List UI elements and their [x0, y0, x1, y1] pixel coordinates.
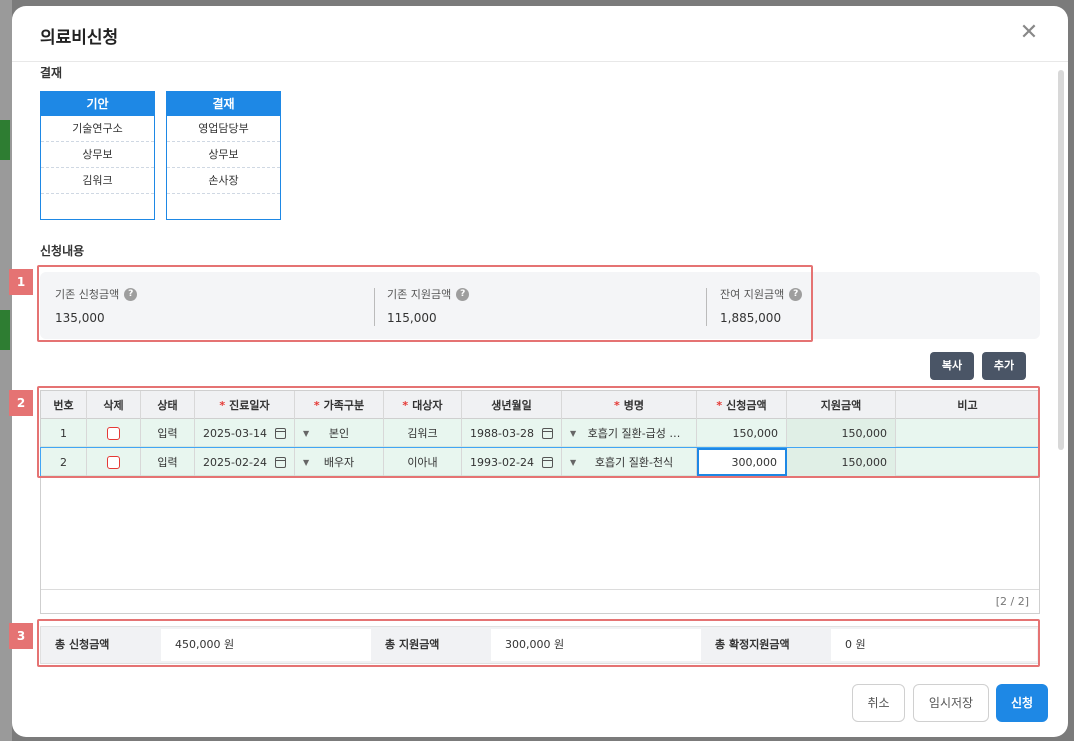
application-section-label: 신청내용 — [40, 244, 85, 258]
highlight-box — [37, 386, 1040, 478]
scrollbar[interactable] — [1058, 70, 1064, 450]
approval-box-header: 결재 — [167, 92, 280, 116]
approval-row: 상무보 — [167, 142, 280, 168]
add-button[interactable]: 추가 — [982, 352, 1026, 380]
approval-box-header: 기안 — [41, 92, 154, 116]
approval-box-draft: 기안 기술연구소 상무보 김워크 — [40, 91, 155, 220]
background-accent — [0, 310, 10, 350]
approval-row: 상무보 — [41, 142, 154, 168]
background-accent — [0, 120, 10, 160]
callout-badge: 2 — [9, 390, 33, 416]
temp-save-button[interactable]: 임시저장 — [913, 684, 989, 722]
copy-button[interactable]: 복사 — [930, 352, 974, 380]
approval-row — [167, 194, 280, 220]
approval-section-label: 결재 — [40, 66, 63, 80]
highlight-box — [37, 265, 813, 342]
highlight-box — [37, 619, 1040, 667]
modal-header: 의료비신청 ✕ — [12, 6, 1068, 62]
callout-badge: 1 — [9, 269, 33, 295]
submit-button[interactable]: 신청 — [996, 684, 1048, 722]
approval-row: 김워크 — [41, 168, 154, 194]
approval-row: 기술연구소 — [41, 116, 154, 142]
modal-title: 의료비신청 — [40, 28, 119, 48]
callout-badge: 3 — [9, 623, 33, 649]
approval-row — [41, 194, 154, 220]
approval-box-approve: 결재 영업담당부 상무보 손사장 — [166, 91, 281, 220]
grid-pager: [2 / 2] — [41, 589, 1039, 613]
cancel-button[interactable]: 취소 — [852, 684, 905, 722]
approval-row: 손사장 — [167, 168, 280, 194]
close-icon[interactable]: ✕ — [1016, 20, 1042, 46]
approval-row: 영업담당부 — [167, 116, 280, 142]
